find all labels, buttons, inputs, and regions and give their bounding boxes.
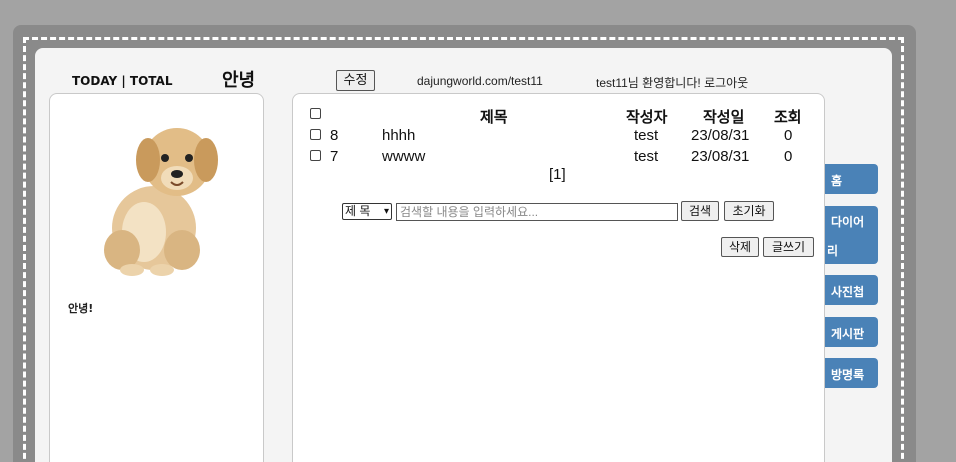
site-url: dajungworld.com/test11: [417, 74, 543, 88]
reset-button[interactable]: 초기화: [724, 201, 774, 221]
nav-tab-guestbook[interactable]: 방명록: [825, 358, 878, 388]
row-checkbox[interactable]: [310, 150, 321, 161]
nav-tab-home[interactable]: 홈: [825, 164, 878, 194]
row-title-link[interactable]: wwww: [382, 148, 425, 165]
row-title-link[interactable]: hhhh: [382, 127, 415, 144]
nav-tab-label: 홈: [831, 174, 843, 188]
site-title: 안녕: [222, 70, 256, 91]
pagination-link[interactable]: [1]: [549, 166, 566, 183]
nav-tab-label: 게시판: [831, 327, 865, 341]
row-views: 0: [784, 127, 793, 144]
edit-button[interactable]: 수정: [336, 70, 375, 91]
chevron-down-icon: ▾: [383, 206, 389, 217]
row-views: 0: [784, 148, 793, 165]
row-date: 23/08/31: [691, 148, 750, 165]
search-type-value: 제 목: [345, 204, 371, 218]
row-author: test: [634, 127, 659, 144]
row-checkbox[interactable]: [310, 129, 321, 140]
nav-tab-label: 다이어: [831, 215, 865, 229]
profile-photo: [104, 128, 218, 276]
select-all-checkbox[interactable]: [310, 108, 321, 119]
search-type-select[interactable]: 제 목 ▾: [342, 203, 392, 220]
row-date: 23/08/31: [691, 127, 750, 144]
nav-tab-board[interactable]: 게시판: [825, 317, 878, 347]
delete-button[interactable]: 삭제: [721, 237, 759, 257]
nav-tab-photos[interactable]: 사진첩: [825, 275, 878, 305]
column-header-date: 작성일: [703, 109, 745, 126]
search-input[interactable]: 검색할 내용을 입력하세요...: [396, 203, 678, 221]
welcome-text: test11님 환영합니다!: [596, 76, 701, 90]
nav-tab-label: 사진첩: [831, 285, 865, 299]
row-number: 8: [330, 127, 339, 144]
welcome-message: test11님 환영합니다! 로그아웃: [596, 74, 748, 91]
visit-counter: TODAY | TOTAL: [72, 74, 173, 88]
row-number: 7: [330, 148, 339, 165]
nav-tab-label: 방명록: [831, 368, 865, 382]
column-header-title: 제목: [480, 109, 508, 126]
profile-intro: 안녕!: [68, 302, 94, 315]
write-button[interactable]: 글쓰기: [763, 237, 814, 257]
search-button[interactable]: 검색: [681, 201, 719, 221]
row-author: test: [634, 148, 659, 165]
column-header-views: 조회: [774, 109, 802, 126]
nav-tab-label-wrap: 리: [827, 244, 839, 258]
nav-tab-diary[interactable]: 다이어 리: [825, 206, 878, 264]
logout-link[interactable]: 로그아웃: [704, 76, 748, 90]
column-header-author: 작성자: [626, 109, 668, 126]
